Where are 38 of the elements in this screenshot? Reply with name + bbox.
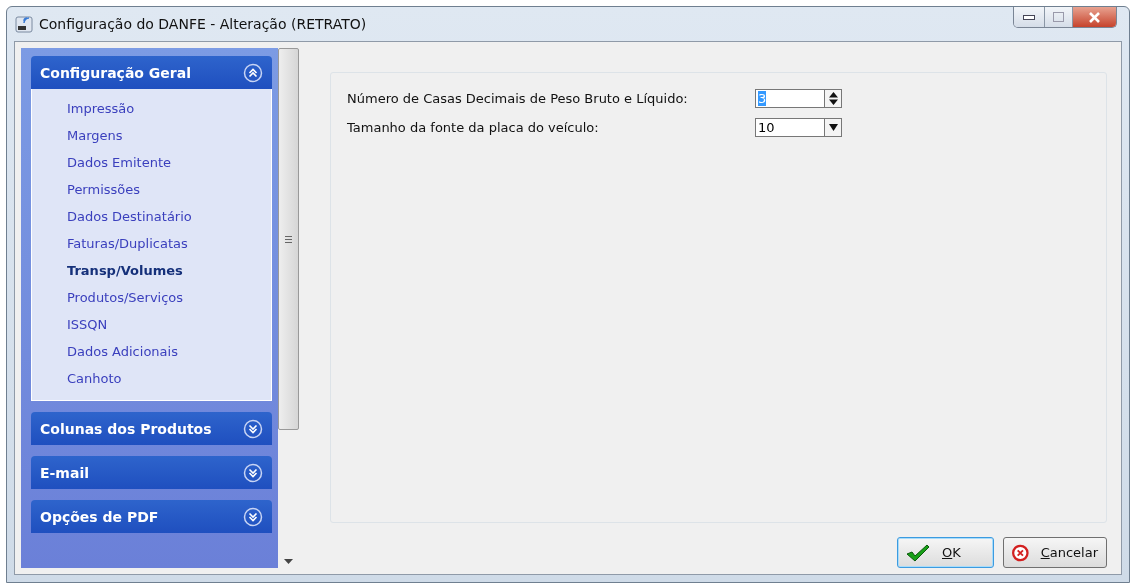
expand-icon xyxy=(243,506,263,527)
field-label: Número de Casas Decimais de Peso Bruto e Líquido: xyxy=(347,91,689,106)
ok-button[interactable]: OK xyxy=(897,537,994,568)
group-header[interactable]: Configuração Geral xyxy=(31,56,272,89)
field-value: 3 xyxy=(757,90,768,107)
sidebar-link[interactable]: Impressão xyxy=(32,95,135,122)
sidebar-link[interactable]: Transp/Volumes xyxy=(32,257,183,284)
maximize-icon xyxy=(1053,12,1064,22)
cancel-button[interactable]: Cancelar xyxy=(1003,537,1107,568)
expand-icon xyxy=(243,462,263,483)
close-icon xyxy=(1088,11,1101,23)
close-button[interactable] xyxy=(1072,7,1116,27)
grip-icon xyxy=(285,234,292,244)
spin-arrows-icon[interactable] xyxy=(824,90,841,107)
app-icon xyxy=(15,15,33,33)
minimize-button[interactable] xyxy=(1014,7,1044,27)
group-header[interactable]: Opções de PDF xyxy=(31,500,272,533)
expand-icon xyxy=(243,418,263,439)
sidebar-link[interactable]: Margens xyxy=(32,122,123,149)
sidebar-link[interactable]: Produtos/Serviços xyxy=(32,284,184,311)
collapse-icon xyxy=(243,62,263,83)
scroll-thumb[interactable] xyxy=(278,48,299,430)
sidebar-link[interactable]: ISSQN xyxy=(32,311,108,338)
sidebar-link[interactable]: Dados Destinatário xyxy=(32,203,192,230)
group-header[interactable]: E-mail xyxy=(31,456,272,489)
checkmark-icon xyxy=(906,543,930,562)
sidebar-link[interactable]: Dados Emitente xyxy=(32,149,171,176)
sidebar-link[interactable]: Faturas/Duplicatas xyxy=(32,230,188,257)
field-value: 10 xyxy=(757,119,776,136)
scroll-down-icon[interactable] xyxy=(284,559,293,564)
window-title: Configuração do DANFE - Alteração (RETRATO) xyxy=(39,16,368,32)
group-header[interactable]: Colunas dos Produtos xyxy=(31,412,272,445)
dropdown-field[interactable]: 10 xyxy=(755,118,842,137)
sidebar-link[interactable]: Permissões xyxy=(32,176,141,203)
sidebar-link[interactable]: Canhoto xyxy=(32,365,122,392)
sidebar-link[interactable]: Dados Adicionais xyxy=(32,338,178,365)
field-label: Tamanho da fonte da placa do veículo: xyxy=(347,120,600,135)
minimize-icon xyxy=(1023,14,1035,20)
